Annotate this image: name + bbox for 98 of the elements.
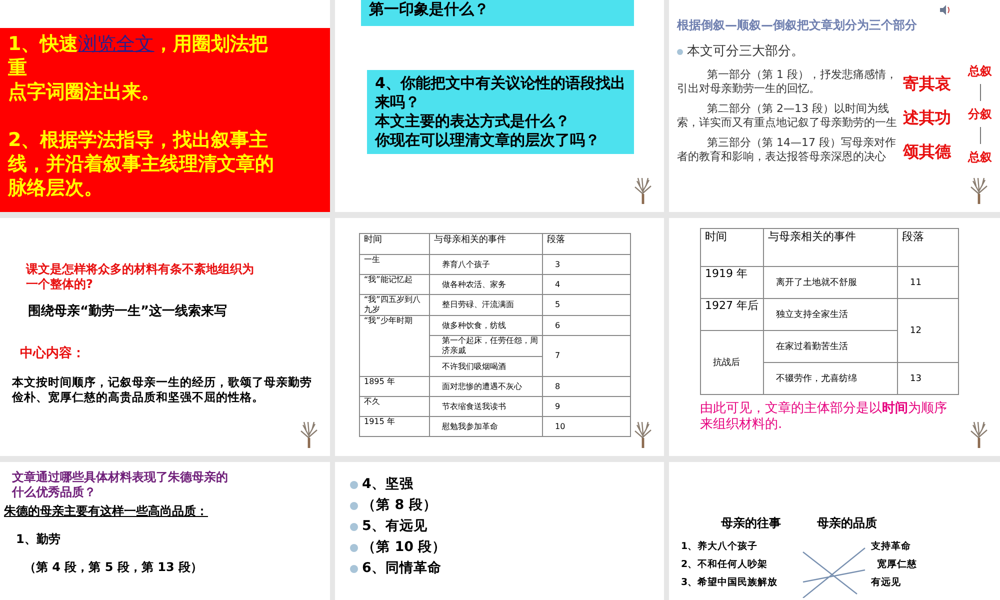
tree-icon bbox=[970, 420, 988, 448]
slide-thumbnail[interactable]: 时间 与母亲相关的事件 段落 一生 养育八个孩子 3 “我”能记忆起 做各种农活、家务 4 “我”四五岁到八九岁 整日劳碌、汗流满面 5 “我”少年时期 做多种饮食，纺线 6 第一个起床，任劳任怨，周济亲戚 7 不许我们吸烟喝酒 1895 年 面对悲惨的遭遇不灰心 8 不久 节衣缩食送我读书 9 1915 年 慰勉我参加革命 10 bbox=[335, 218, 664, 456]
column-header: 段落 bbox=[542, 234, 630, 254]
summary-text: 本文按时间顺序，记叙母亲一生的经历，歌颂了母亲勤劳俭朴、宽厚仁慈的高贵品质和坚强不屈的性格。 bbox=[12, 375, 312, 405]
column-header: 段落 bbox=[898, 228, 958, 266]
bullet-icon bbox=[350, 522, 358, 530]
table-cell: “我”能记忆起 bbox=[360, 274, 430, 294]
table-cell: “我”四五岁到八九岁 bbox=[360, 294, 430, 316]
tree-icon bbox=[300, 420, 318, 448]
tree-icon bbox=[634, 420, 652, 448]
speaker-icon[interactable] bbox=[939, 4, 951, 16]
table-cell: 不久 bbox=[360, 396, 430, 416]
section-label: 中心内容： bbox=[20, 344, 86, 362]
structure-label: 总叙 bbox=[968, 148, 992, 166]
question-text: 你现在可以理清文章的层次了吗？ bbox=[375, 131, 601, 150]
table-cell: 面对悲惨的遭遇不灰心 bbox=[430, 376, 542, 396]
quality-text: 宽厚仁慈 bbox=[877, 558, 917, 571]
instruction-text: 点字词圈注出来。 bbox=[8, 80, 161, 104]
outline-text: 第三部分（第 14—17 段）写母亲对作者的教育和影响，表达报答母亲深恩的决心 bbox=[677, 136, 897, 164]
table-cell: “我”少年时期 bbox=[360, 316, 430, 376]
table-cell: 1919 年 bbox=[700, 266, 764, 298]
table-cell: 节衣缩食送我读书 bbox=[430, 396, 542, 416]
event-text: 2、不和任何人吵架 bbox=[681, 558, 769, 571]
table-cell: 1895 年 bbox=[360, 376, 430, 396]
structure-label: 分叙 bbox=[968, 106, 992, 122]
slide-title: 文章通过哪些具体材料表现了朱德母亲的什么优秀品质？ bbox=[12, 470, 229, 500]
quality-text: 支持革命 bbox=[871, 540, 912, 553]
table-cell: 离开了土地就不舒服 bbox=[764, 266, 898, 298]
table-cell: 3 bbox=[542, 254, 630, 274]
outline-text: 第一部分（第 1 段），抒发悲痛感情，引出对母亲勤劳一生的回忆。 bbox=[677, 68, 898, 96]
table-cell: 4 bbox=[542, 274, 630, 294]
table-cell: 养育八个孩子 bbox=[430, 254, 542, 274]
bullet-text: 5、有远见 bbox=[362, 518, 428, 535]
bullet-icon bbox=[350, 480, 358, 488]
column-header: 时间 bbox=[700, 228, 764, 266]
summary-tag: 颂其德 bbox=[903, 140, 951, 164]
column-header: 与母亲相关的事件 bbox=[430, 234, 542, 254]
table-cell: 做各种农活、家务 bbox=[430, 274, 542, 294]
table-cell: 5 bbox=[542, 294, 630, 316]
event-text: 1、养大八个孩子 bbox=[681, 540, 759, 553]
table-cell: 8 bbox=[542, 376, 630, 396]
table-cell: 一生 bbox=[360, 254, 430, 274]
summary-tag: 寄其哀 bbox=[903, 72, 951, 96]
outline-text: 本文可分三大部分。 bbox=[687, 43, 804, 61]
slide-thumbnail[interactable]: 课文是怎样将众多的材料有条不紊地组织为一个整体的? 围绕母亲“勤劳一生”这一线索来写 中心内容： 本文按时间顺序，记叙母亲一生的经历，歌颂了母亲勤劳俭朴、宽厚仁慈的高贵品质和坚强不屈的性格。 bbox=[0, 218, 330, 456]
table-cell: 6 bbox=[542, 316, 630, 336]
table-cell: 抗战后 bbox=[700, 330, 764, 394]
bullet-text: （第 10 段） bbox=[362, 539, 446, 556]
bullet-icon bbox=[677, 48, 683, 55]
slide-thumbnail[interactable]: 4、坚强 （第 8 段） 5、有远见 （第 10 段） 6、同情革命 bbox=[335, 462, 664, 600]
bullet-icon bbox=[350, 502, 358, 510]
table-cell: 13 bbox=[898, 362, 958, 394]
table-cell: 12 bbox=[898, 298, 958, 362]
bullet-icon bbox=[350, 564, 358, 572]
table-cell: 1915 年 bbox=[360, 416, 430, 436]
table-cell: 10 bbox=[542, 416, 630, 436]
tree-icon bbox=[970, 176, 988, 204]
structure-label: 总叙 bbox=[968, 62, 992, 80]
column-header: 与母亲相关的事件 bbox=[764, 228, 898, 266]
table-cell: 独立支持全家生活 bbox=[764, 298, 898, 330]
outline-text: 第二部分（第 2—13 段）以时间为线索，详实而又有重点地记叙了母亲勤劳的一生 bbox=[677, 102, 898, 130]
caption-text: 由此可见，文章的主体部分是以时间为顺序来组织材料的. bbox=[700, 401, 948, 433]
slide-subtitle: 朱德的母亲主要有这样一些高尚品质： bbox=[4, 503, 209, 520]
table-cell: 1927 年后 bbox=[700, 298, 764, 330]
slide-thumbnail[interactable]: 时间 与母亲相关的事件 段落 1919 年 离开了土地就不舒服 11 1927 年后 独立支持全家生活 12 抗战后 在家过着勤苦生活 不辍劳作，尤喜纺绵 13 由此可见，文章的主体部分是以时间为顺序来组织材料的. bbox=[669, 218, 1000, 456]
summary-tag: 述其功 bbox=[903, 106, 951, 130]
question-text: 4、你能把文中有关议论性的语段找出来吗？ bbox=[375, 74, 626, 112]
column-title: 母亲的品质 bbox=[817, 515, 877, 532]
slide-thumbnail[interactable]: 母亲的往事 母亲的品质 1、养大八个孩子 2、不和任何人吵架 3、希望中国民族解放 支持革命 宽厚仁慈 有远见 bbox=[669, 462, 1000, 600]
slide-thumbnail[interactable]: 文章通过哪些具体材料表现了朱德母亲的什么优秀品质？ 朱德的母亲主要有这样一些高尚品质： 1、勤劳 （第 4 段，第 5 段，第 13 段） bbox=[0, 462, 330, 600]
quality-text: （第 4 段，第 5 段，第 13 段） bbox=[24, 559, 204, 576]
question-text: 课文是怎样将众多的材料有条不紊地组织为一个整体的? bbox=[26, 262, 255, 292]
bullet-text: 4、坚强 bbox=[362, 476, 414, 493]
table-cell: 9 bbox=[542, 396, 630, 416]
column-title: 母亲的往事 bbox=[721, 515, 781, 532]
table-cell: 11 bbox=[898, 266, 958, 298]
table-cell: 7 bbox=[542, 336, 630, 376]
quality-text: 有远见 bbox=[871, 576, 902, 589]
instruction-text: 2、根据学法指导，找出叙事主线，并沿着叙事主线理清文章的脉络层次。 bbox=[8, 128, 275, 200]
slide-thumbnail[interactable]: 第一印象是什么？ 4、你能把文中有关议论性的语段找出来吗？ 本文主要的表达方式是什么？ 你现在可以理清文章的层次了吗？ bbox=[335, 0, 664, 212]
event-text: 3、希望中国民族解放 bbox=[681, 576, 779, 589]
quality-text: 1、勤劳 bbox=[16, 531, 62, 548]
question-text: 第一印象是什么？ bbox=[369, 0, 490, 19]
table-cell: 整日劳碌、汗流满面 bbox=[430, 294, 542, 316]
table-cell: 慰勉我参加革命 bbox=[430, 416, 542, 436]
bullet-text: 6、同情革命 bbox=[362, 560, 442, 577]
question-text: 本文主要的表达方式是什么？ bbox=[375, 112, 571, 131]
instruction-text: 1、快速浏览全文，用圈划法把重 bbox=[8, 32, 270, 80]
bullet-text: （第 8 段） bbox=[362, 497, 437, 514]
column-header: 时间 bbox=[360, 234, 430, 254]
tree-icon bbox=[634, 176, 652, 204]
bullet-icon bbox=[350, 544, 358, 552]
table-cell: 做多种饮食，纺线 bbox=[430, 316, 542, 336]
outline-heading: 根据倒叙—顺叙—倒叙把文章划分为三个部分 bbox=[677, 17, 918, 34]
table-cell: 第一个起床，任劳任怨，周济亲戚 bbox=[430, 336, 542, 356]
table-cell: 不辍劳作，尤喜纺绵 bbox=[764, 362, 898, 394]
slide-thumbnail[interactable]: 1、快速浏览全文，用圈划法把重 点字词圈注出来。 2、根据学法指导，找出叙事主线，并沿着叙事主线理清文章的脉络层次。 bbox=[0, 0, 330, 212]
answer-text: 围绕母亲“勤劳一生”这一线索来写 bbox=[28, 302, 228, 321]
